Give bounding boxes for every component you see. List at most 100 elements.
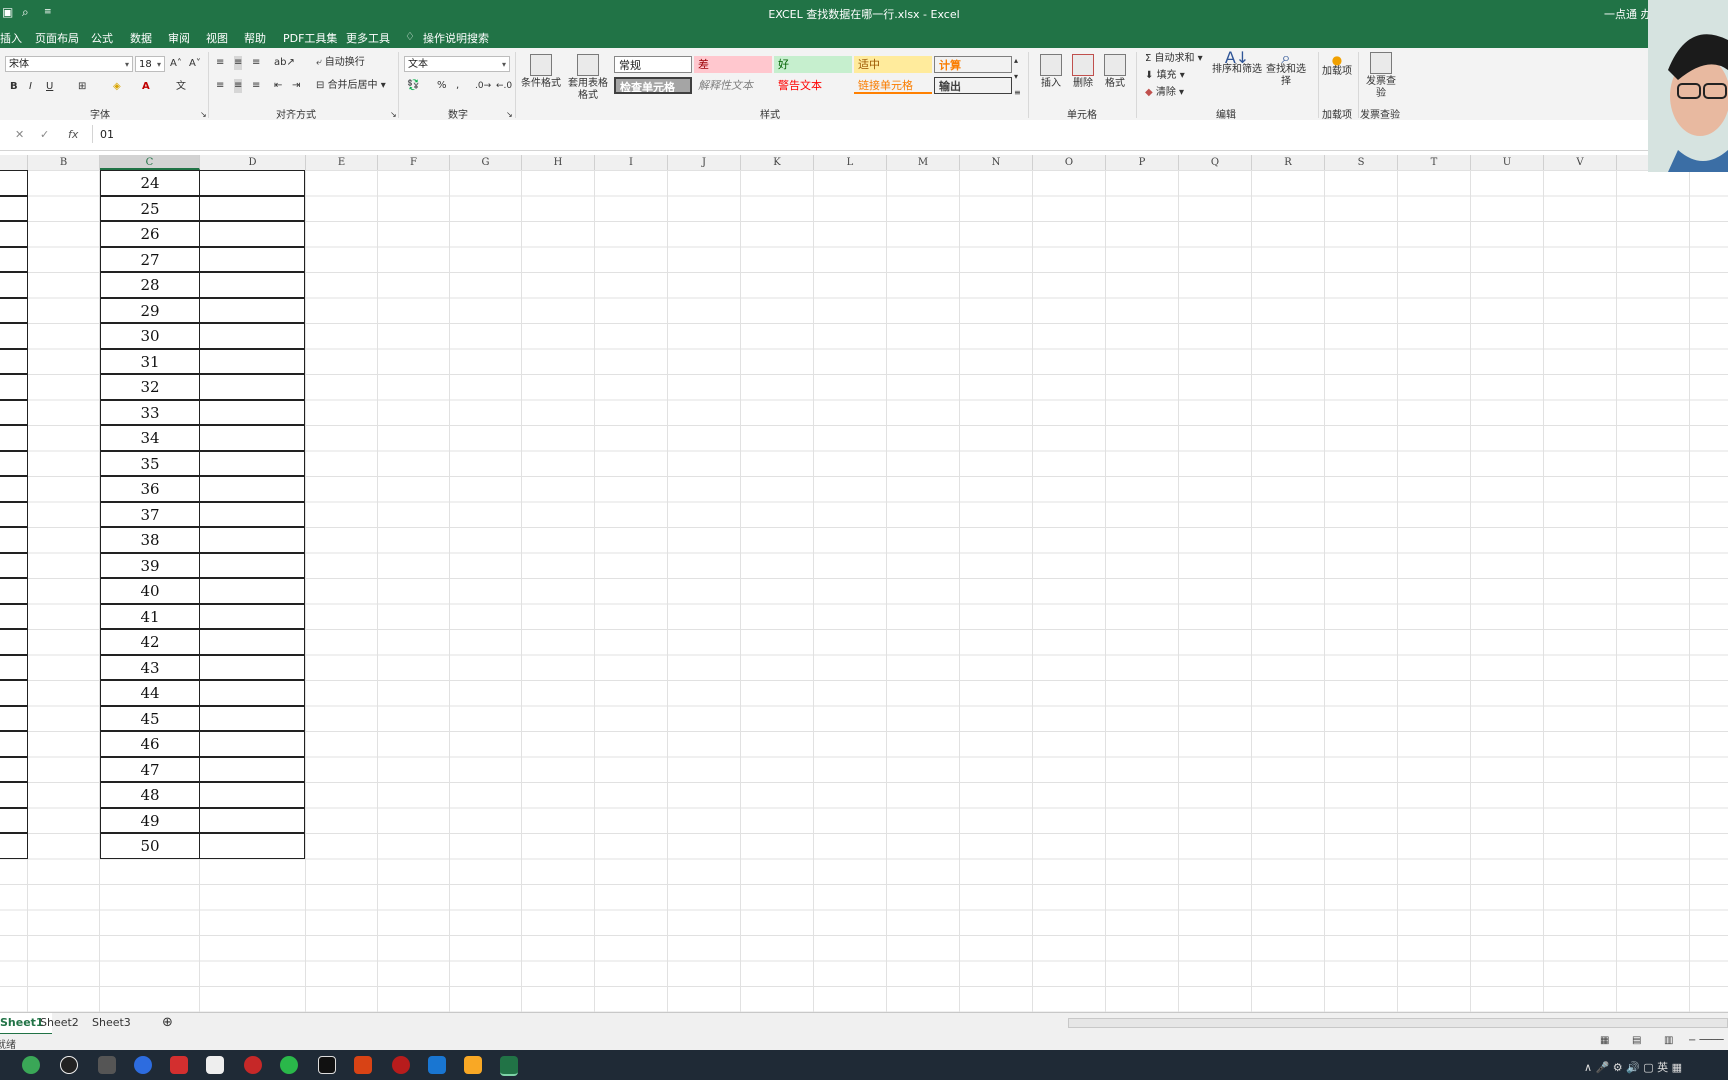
cell-a[interactable] (0, 756, 28, 782)
column-header[interactable]: J (668, 155, 741, 170)
increase-indent-icon[interactable]: ⇥ (292, 79, 300, 93)
cell-d[interactable] (199, 170, 305, 196)
styles-scroll-down-icon[interactable]: ▾ (1014, 70, 1018, 84)
align-top-icon[interactable]: ≡ (216, 56, 224, 70)
cell-c[interactable]: 35 (100, 450, 200, 476)
column-header[interactable]: F (378, 155, 450, 170)
cell-c[interactable]: 34 (100, 425, 200, 451)
cell-a[interactable] (0, 782, 28, 808)
cell-a[interactable] (0, 603, 28, 629)
cell-c[interactable]: 42 (100, 629, 200, 655)
zoom-slider[interactable]: − ──── (1688, 1035, 1724, 1046)
cell-a[interactable] (0, 221, 28, 247)
cell-a[interactable] (0, 450, 28, 476)
horizontal-scrollbar[interactable] (1068, 1018, 1728, 1028)
cell-d[interactable] (199, 833, 305, 859)
cell-a[interactable] (0, 501, 28, 527)
cell-d[interactable] (199, 807, 305, 833)
clear-button[interactable]: ◆ 清除 ▾ (1145, 86, 1184, 100)
cell-c[interactable]: 36 (100, 476, 200, 502)
wechat-icon[interactable] (280, 1056, 298, 1074)
column-header[interactable]: E (306, 155, 378, 170)
browser-icon[interactable] (22, 1056, 40, 1074)
column-header[interactable]: H (522, 155, 595, 170)
autosum-button[interactable]: Σ 自动求和 ▾ (1145, 52, 1203, 66)
cell-a[interactable] (0, 170, 28, 196)
decrease-decimal-icon[interactable]: ←.0 (496, 79, 512, 93)
cell-d[interactable] (199, 756, 305, 782)
style-output[interactable]: 输出 (934, 77, 1012, 94)
cell-d[interactable] (199, 297, 305, 323)
remote-desktop-icon[interactable] (428, 1056, 446, 1074)
cell-a[interactable] (0, 731, 28, 757)
cell-c[interactable]: 44 (100, 680, 200, 706)
font-name-select[interactable]: 宋体 ▾ (5, 56, 133, 72)
system-tray[interactable]: ∧ 🎤 ⚙ 🔊 ▢ 英 ▦ (1584, 1059, 1682, 1075)
style-calculation[interactable]: 计算 (934, 56, 1012, 73)
add-sheet-icon[interactable]: ⊕ (154, 1013, 181, 1033)
cell-d[interactable] (199, 629, 305, 655)
increase-decimal-icon[interactable]: .0→ (475, 79, 491, 93)
cell-c[interactable]: 31 (100, 348, 200, 374)
cell-d[interactable] (199, 323, 305, 349)
cell-a[interactable] (0, 272, 28, 298)
align-middle-icon[interactable]: ≡ (234, 56, 243, 70)
column-header[interactable]: K (741, 155, 814, 170)
cell-d[interactable] (199, 272, 305, 298)
cell-a[interactable] (0, 425, 28, 451)
network-app-icon[interactable] (134, 1056, 152, 1074)
column-header[interactable]: C (100, 155, 200, 170)
cell-d[interactable] (199, 399, 305, 425)
column-header[interactable]: B (28, 155, 100, 170)
style-linked-cell[interactable]: 链接单元格 (854, 77, 932, 94)
style-normal[interactable]: 常规 (614, 56, 692, 73)
cell-d[interactable] (199, 731, 305, 757)
bold-icon[interactable]: B (10, 80, 18, 94)
conditional-format-button[interactable]: 条件格式 (521, 54, 561, 90)
cell-d[interactable] (199, 705, 305, 731)
cell-c[interactable]: 43 (100, 654, 200, 680)
cell-d[interactable] (199, 782, 305, 808)
sheet-tab-2[interactable]: Sheet2 (32, 1013, 87, 1033)
tab-more-tools[interactable]: 更多工具 (346, 30, 390, 46)
column-header[interactable]: L (814, 155, 887, 170)
insert-function-icon[interactable]: fx (68, 128, 78, 141)
column-header-partial[interactable] (0, 155, 28, 170)
cell-a[interactable] (0, 297, 28, 323)
cell-c[interactable]: 24 (100, 170, 200, 196)
cell-d[interactable] (199, 527, 305, 553)
tab-pdf-tools[interactable]: PDF工具集 (283, 30, 337, 46)
cell-a[interactable] (0, 654, 28, 680)
cell-a[interactable] (0, 476, 28, 502)
cancel-icon[interactable]: ✕ (15, 128, 24, 141)
decrease-font-icon[interactable]: A˅ (189, 57, 201, 71)
addins-button[interactable]: ● 加载项 (1320, 54, 1354, 78)
column-header[interactable]: N (960, 155, 1033, 170)
cell-c[interactable]: 38 (100, 527, 200, 553)
cell-d[interactable] (199, 374, 305, 400)
column-header[interactable]: I (595, 155, 668, 170)
style-check-cell[interactable]: 检查单元格 (614, 77, 692, 94)
app-icon[interactable] (98, 1056, 116, 1074)
column-header[interactable]: G (450, 155, 522, 170)
style-warning[interactable]: 警告文本 (774, 77, 852, 94)
align-left-icon[interactable]: ≡ (216, 79, 224, 93)
cell-c[interactable]: 47 (100, 756, 200, 782)
invoice-check-button[interactable]: 发票查验 (1362, 52, 1400, 100)
cell-a[interactable] (0, 578, 28, 604)
currency-icon[interactable]: 💱 (407, 79, 419, 93)
column-header[interactable]: D (200, 155, 306, 170)
cell-c[interactable]: 41 (100, 603, 200, 629)
cell-c[interactable]: 48 (100, 782, 200, 808)
column-header[interactable]: O (1033, 155, 1106, 170)
comma-icon[interactable]: , (456, 79, 459, 93)
cell-c[interactable]: 28 (100, 272, 200, 298)
formula-input[interactable]: 01 (100, 128, 114, 141)
column-header[interactable]: M (887, 155, 960, 170)
normal-view-icon[interactable]: ▦ (1600, 1035, 1609, 1046)
column-header[interactable]: P (1106, 155, 1179, 170)
record-icon[interactable] (244, 1056, 262, 1074)
sheet-tab-3[interactable]: Sheet3 (84, 1013, 139, 1033)
cell-c[interactable]: 27 (100, 246, 200, 272)
cell-d[interactable] (199, 246, 305, 272)
